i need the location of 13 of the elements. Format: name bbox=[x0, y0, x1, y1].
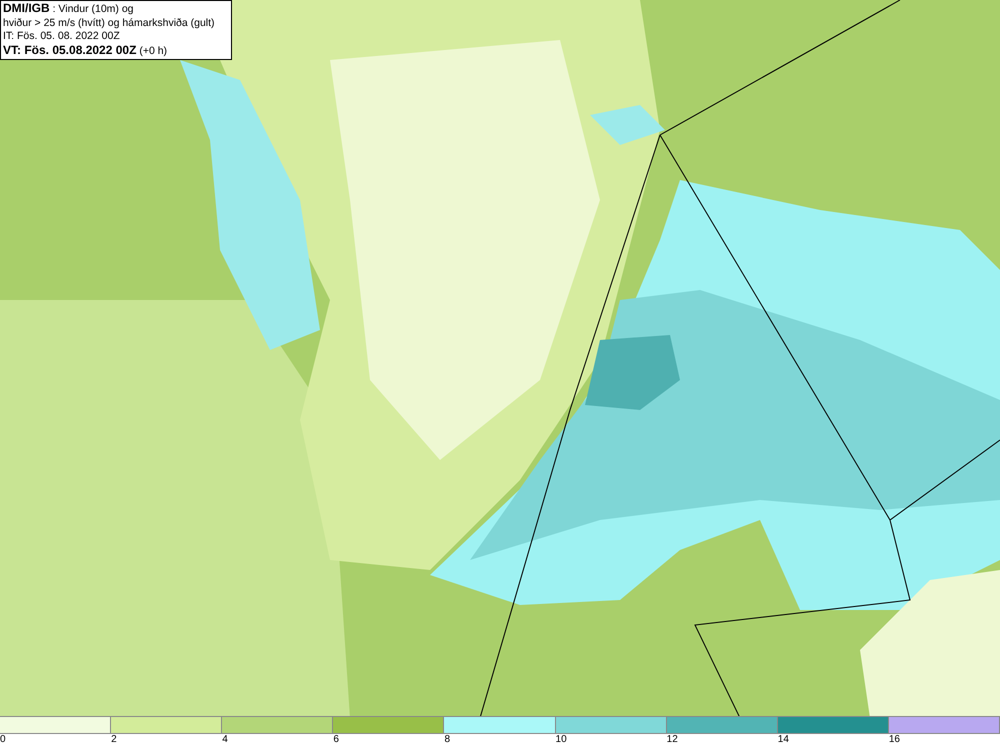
legend-label: 14 bbox=[778, 734, 789, 747]
legend-label: 16 bbox=[888, 734, 900, 747]
legend-label: 6 bbox=[333, 734, 339, 747]
title-text: DMI/IGB : Vindur (10m) og bbox=[3, 2, 135, 16]
legend-label: 2 bbox=[111, 734, 117, 747]
legend-label: 10 bbox=[556, 734, 567, 747]
title-text: hviður > 25 m/s (hvítt) og hámarkshviða (gult) bbox=[3, 16, 216, 30]
title-text: VT: Fös. 05.08.2022 00Z (+0 h) bbox=[3, 44, 168, 58]
legend-label: 8 bbox=[444, 734, 450, 747]
legend-label: 12 bbox=[666, 734, 678, 747]
legend-label: 4 bbox=[222, 734, 228, 747]
legend-label: 0 bbox=[0, 734, 6, 747]
title-text: IT: Fös. 05. 08. 2022 00Z bbox=[3, 30, 121, 44]
